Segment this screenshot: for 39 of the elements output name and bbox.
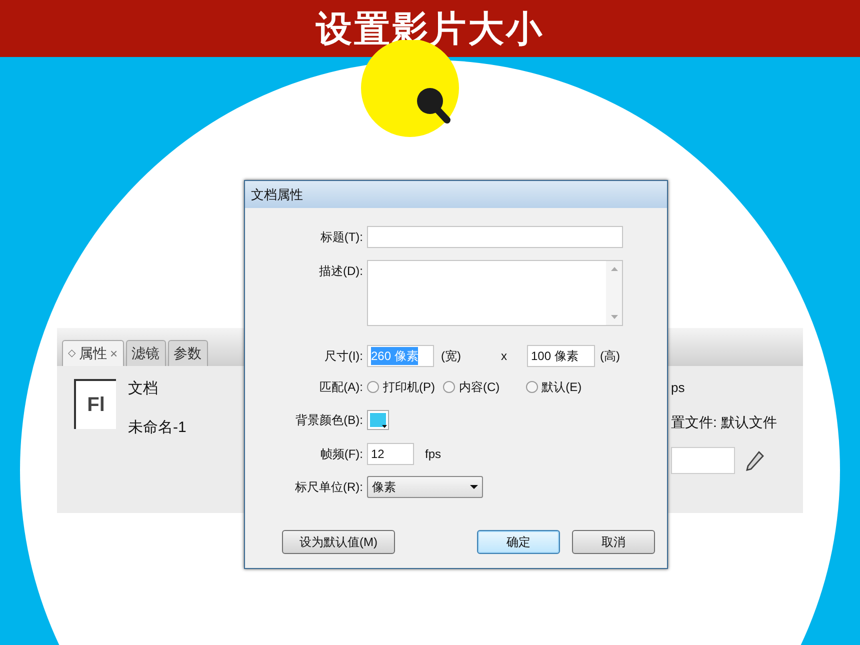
- ruler-unit-dropdown[interactable]: 像素: [367, 476, 483, 498]
- caret-icon: [382, 425, 387, 428]
- field-label: 匹配(A):: [320, 380, 363, 394]
- field-label: 标尺单位(R):: [295, 480, 363, 494]
- flash-document-icon: Fl: [74, 379, 116, 429]
- width-unit: (宽): [441, 348, 461, 365]
- document-type: 文档: [128, 379, 159, 399]
- fps-text: ps: [671, 379, 686, 397]
- height-input[interactable]: 100 像素: [527, 345, 595, 367]
- dialog-button[interactable]: 确定: [477, 530, 560, 554]
- radio-option[interactable]: 内容(C): [443, 378, 500, 396]
- title-input[interactable]: [367, 226, 623, 248]
- color-picker[interactable]: [367, 410, 389, 430]
- pencil-icon[interactable]: [745, 450, 765, 472]
- panel-tab[interactable]: 参数: [168, 340, 208, 366]
- scrollbar[interactable]: [606, 261, 622, 325]
- fps-input[interactable]: 12: [367, 443, 414, 465]
- dialog-button[interactable]: 取消: [572, 530, 655, 554]
- field-label: 描述(D):: [319, 264, 363, 278]
- dialog-button[interactable]: 设为默认值(M): [282, 530, 395, 554]
- document-name: 未命名-1: [128, 418, 186, 438]
- dialog-title: 文档属性: [251, 186, 303, 204]
- radio-option[interactable]: 打印机(P): [367, 378, 435, 396]
- field-label: 尺寸(I):: [324, 349, 363, 363]
- panel-tab[interactable]: 滤镜: [126, 340, 166, 366]
- text-field[interactable]: [671, 447, 735, 474]
- profile-text: 置文件: 默认文件: [671, 413, 778, 432]
- height-unit: (高): [600, 348, 620, 365]
- field-label: 标题(T):: [320, 230, 363, 244]
- field-label: 背景颜色(B):: [296, 413, 363, 427]
- fps-unit: fps: [425, 446, 442, 463]
- times-sign: x: [501, 348, 507, 365]
- radio-option[interactable]: 默认(E): [526, 378, 582, 396]
- scroll-down-icon[interactable]: [610, 315, 618, 319]
- scroll-up-icon[interactable]: [610, 267, 618, 271]
- field-label: 帧频(F):: [320, 447, 363, 461]
- description-textarea[interactable]: [367, 260, 623, 326]
- panel-tab[interactable]: ◇ 属性 ×: [62, 340, 124, 366]
- caret-icon: [470, 485, 478, 489]
